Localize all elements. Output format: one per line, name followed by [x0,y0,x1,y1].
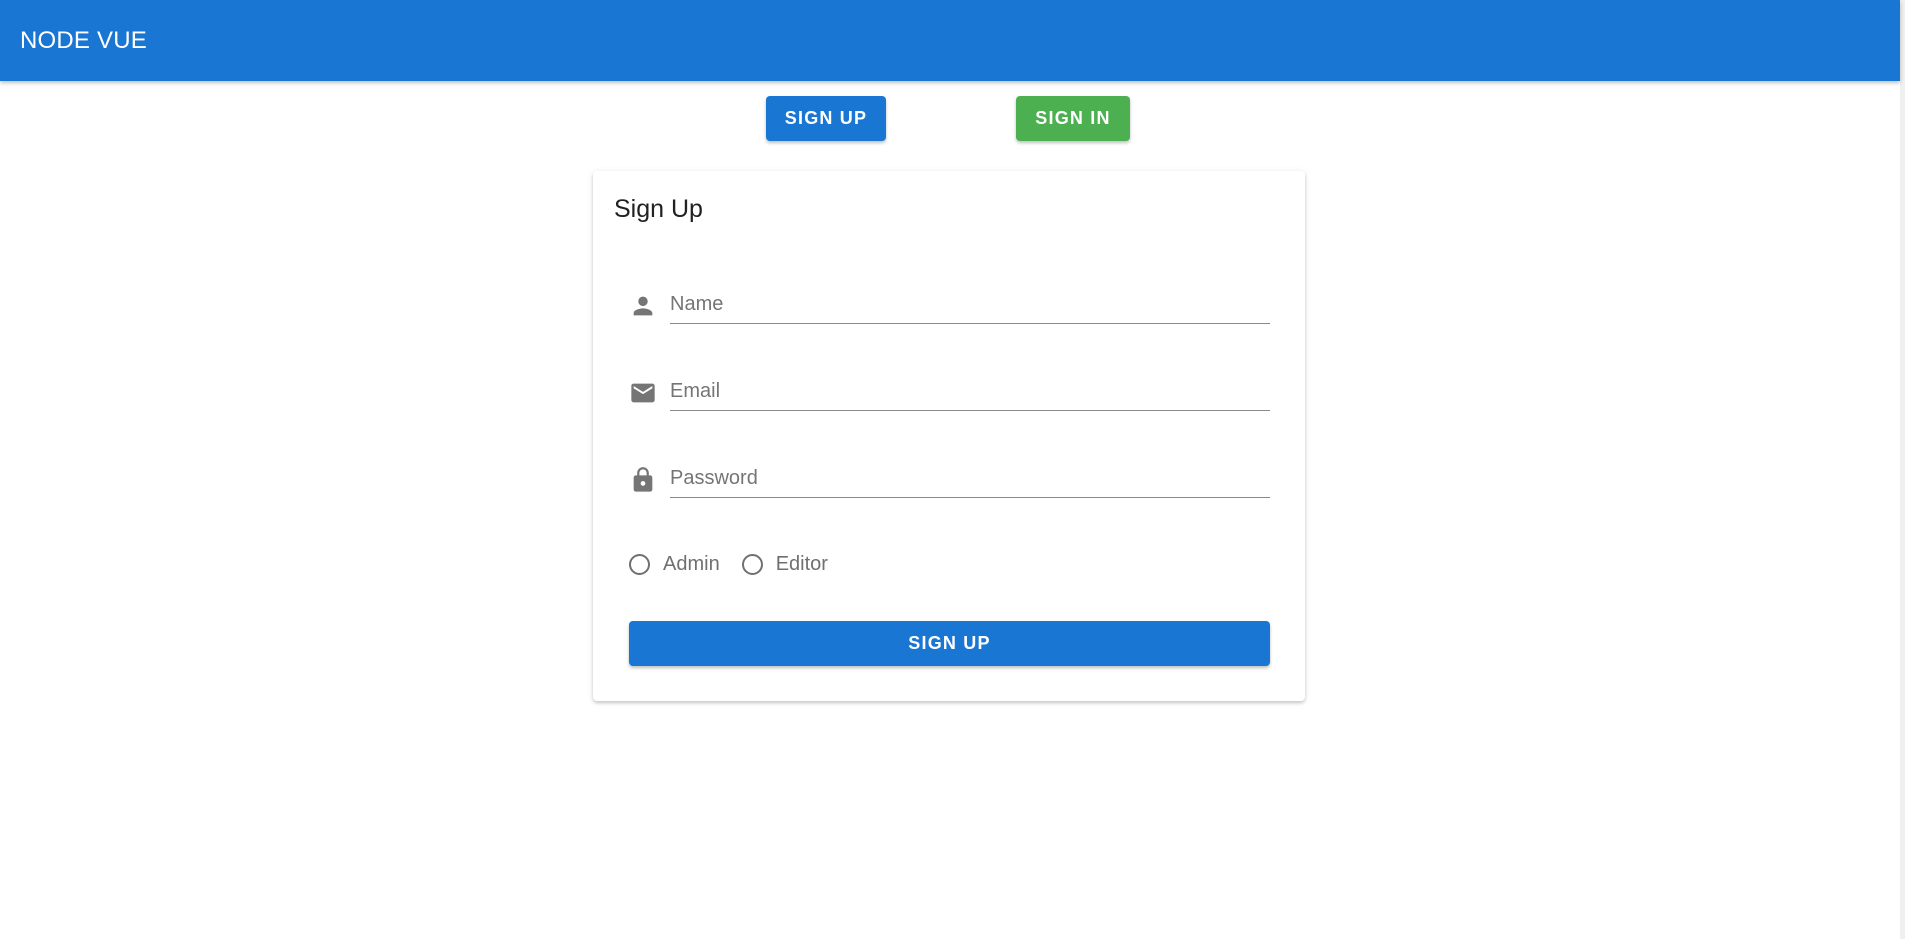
radio-circle-icon[interactable] [629,553,650,575]
radio-editor[interactable]: Editor [741,553,828,576]
email-field-row [629,365,1270,415]
signup-nav-button[interactable]: SIGN UP [766,96,886,141]
person-icon [629,292,657,320]
role-radio-group: Admin Editor [629,549,850,579]
signup-card: Sign Up Admin Editor SIGN UP [593,171,1305,701]
radio-editor-label[interactable]: Editor [776,553,828,576]
app-title: NODE VUE [20,26,147,54]
app-bar: NODE VUE [0,0,1900,81]
email-icon [629,379,657,407]
email-input[interactable] [670,373,1270,411]
signup-submit-button[interactable]: SIGN UP [629,621,1270,666]
card-title: Sign Up [614,195,703,223]
signin-nav-button[interactable]: SIGN IN [1016,96,1130,141]
radio-admin[interactable]: Admin [629,553,720,576]
scrollbar-track[interactable] [1900,0,1905,939]
lock-icon [629,466,657,494]
password-field-row [629,452,1270,502]
name-field-row [629,278,1270,328]
radio-circle-icon[interactable] [741,553,763,575]
password-input[interactable] [670,460,1270,498]
name-input[interactable] [670,286,1270,324]
radio-admin-label[interactable]: Admin [663,553,720,576]
